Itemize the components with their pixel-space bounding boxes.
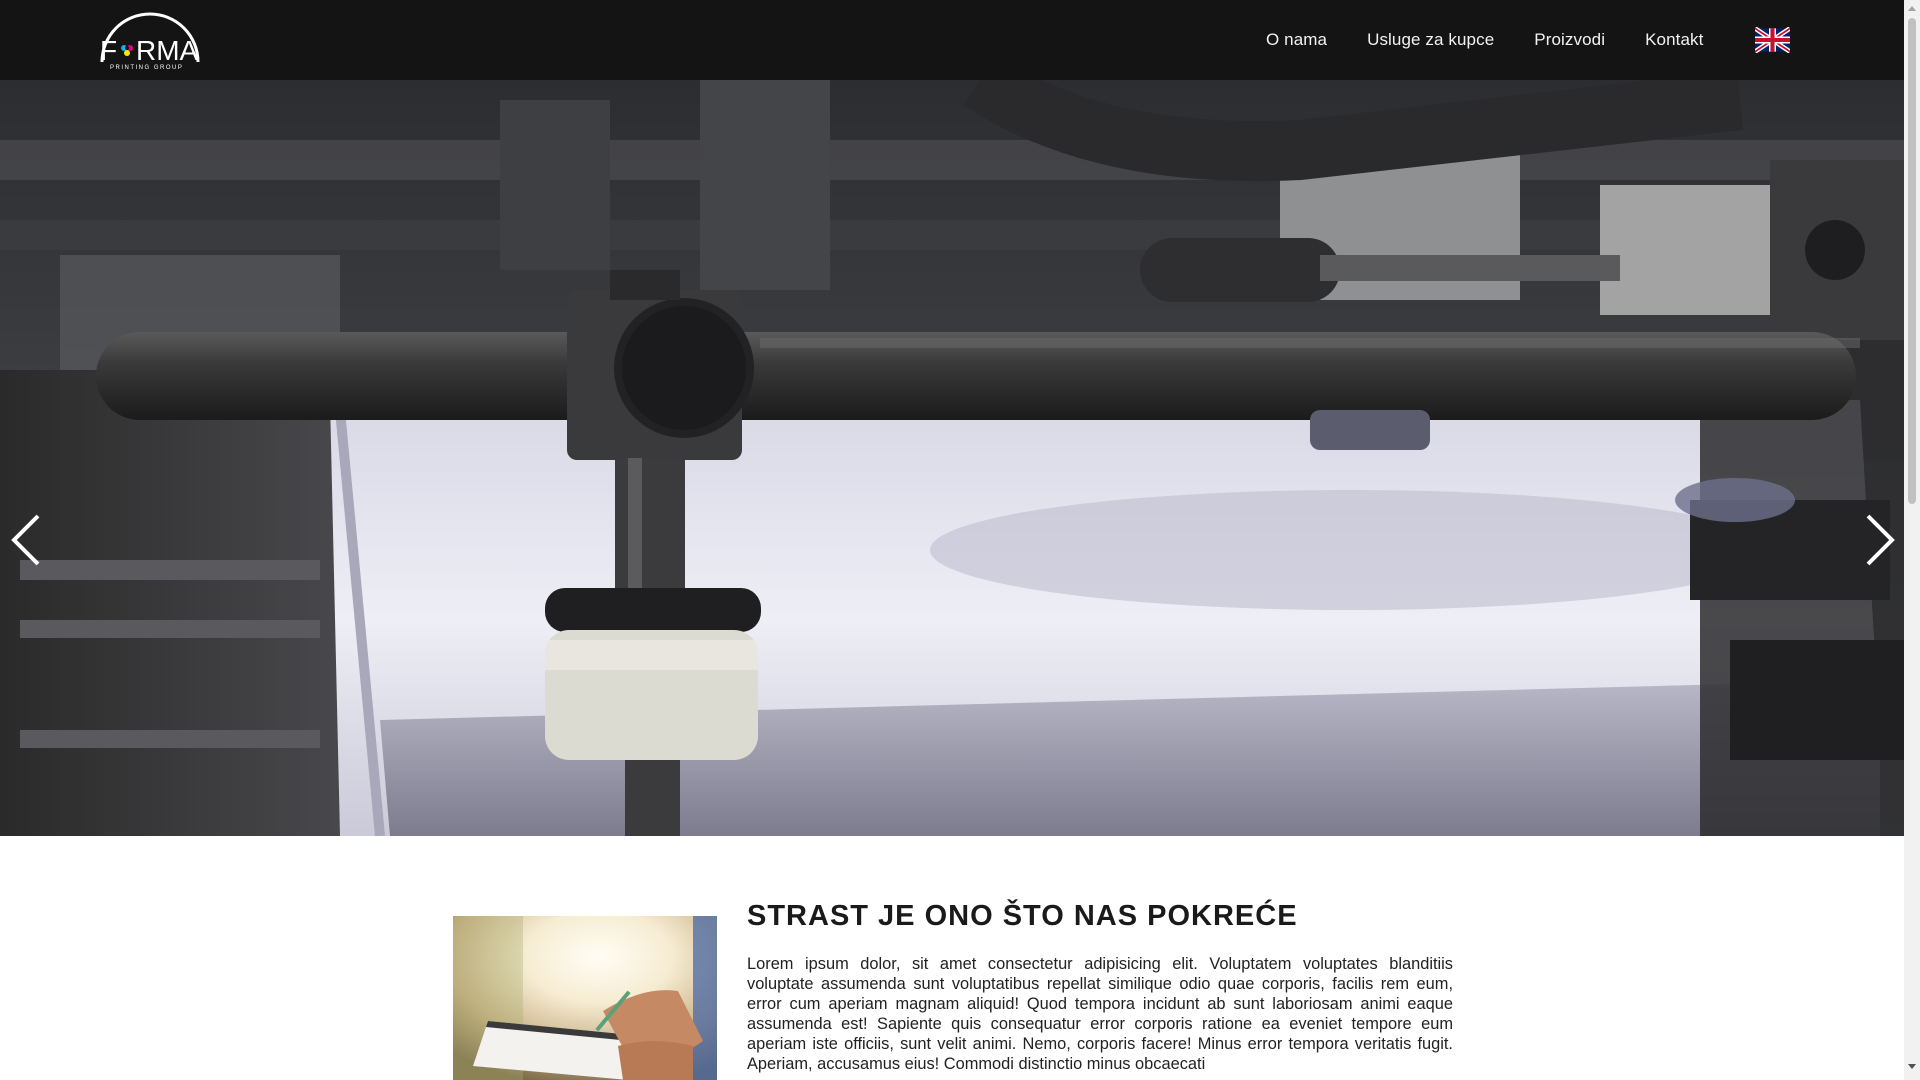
scroll-down-arrow-icon[interactable] xyxy=(1908,1064,1916,1069)
svg-text:F: F xyxy=(100,35,117,66)
hero-slider xyxy=(0,80,1904,836)
chevron-right-icon[interactable] xyxy=(1860,510,1900,570)
hero-image-printing-press xyxy=(0,80,1904,836)
about-title: STRAST JE ONO ŠTO NAS POKREĆE xyxy=(747,900,1298,932)
chevron-left-icon[interactable] xyxy=(6,510,46,570)
about-paragraph: Lorem ipsum dolor, sit amet consectetur … xyxy=(747,955,1453,1073)
scrollbar-thumb[interactable] xyxy=(1908,18,1916,504)
about-image-clipboard xyxy=(453,916,717,1080)
page-scrollbar[interactable] xyxy=(1904,0,1920,1080)
top-navbar: F RMA PRINTING GROUP O nama Usluge za ku… xyxy=(0,0,1904,80)
uk-flag-icon[interactable] xyxy=(1753,26,1792,54)
nav-link-kontakt[interactable]: Kontakt xyxy=(1645,30,1703,50)
logo-text: RMA xyxy=(136,35,199,66)
main-nav: O nama Usluge za kupce Proizvodi Kontakt xyxy=(1266,0,1703,80)
nav-link-o-nama[interactable]: O nama xyxy=(1266,30,1327,50)
nav-link-usluge-za-kupce[interactable]: Usluge za kupce xyxy=(1367,30,1494,50)
scroll-up-arrow-icon[interactable] xyxy=(1908,6,1916,11)
svg-text:PRINTING GROUP: PRINTING GROUP xyxy=(110,65,183,71)
nav-link-proizvodi[interactable]: Proizvodi xyxy=(1534,30,1605,50)
forma-logo[interactable]: F RMA PRINTING GROUP xyxy=(94,8,206,72)
